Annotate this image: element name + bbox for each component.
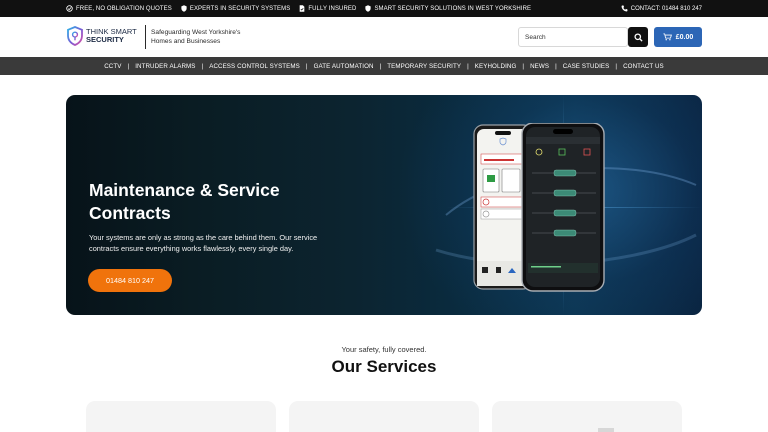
nav-item-contact-us[interactable]: CONTACT US	[623, 63, 664, 70]
logo-divider	[145, 25, 146, 49]
nav-separator: |	[305, 62, 308, 70]
phone-icon	[621, 5, 628, 12]
nav-separator: |	[555, 62, 557, 70]
nav-item-keyholding[interactable]: KEYHOLDING	[475, 63, 517, 70]
nav-separator: |	[379, 62, 382, 70]
nav-separator: |	[615, 62, 618, 70]
nav-item-access-control[interactable]: ACCESS CONTROL SYSTEMS	[209, 63, 300, 70]
nav-item-case-studies[interactable]: CASE STUDIES	[563, 63, 610, 70]
cart-total: £0.00	[675, 33, 694, 41]
hero-call-button[interactable]: 01484 810 247	[88, 269, 172, 292]
search-button[interactable]	[628, 27, 648, 47]
service-card[interactable]	[86, 401, 276, 432]
services-kicker: Your safety, fully covered.	[341, 345, 427, 354]
nav-item-intruder-alarms[interactable]: INTRUDER ALARMS	[135, 63, 195, 70]
hero-title: Maintenance & Service Contracts	[89, 179, 349, 225]
document-check-icon	[300, 5, 305, 12]
feature-insured: FULLY INSURED	[299, 5, 356, 12]
service-card-image	[598, 428, 614, 432]
phones-illustration	[473, 123, 605, 292]
site-logo[interactable]: THINK SMART SECURITY	[67, 26, 137, 46]
feature-label: FREE, NO OBLIGATION QUOTES	[76, 5, 172, 12]
hero-title-line2: Contracts	[89, 203, 171, 223]
nav-item-gate-automation[interactable]: GATE AUTOMATION	[314, 63, 374, 70]
hero-title-line1: Maintenance & Service	[89, 180, 280, 200]
logo-line2: SECURITY	[86, 35, 124, 44]
shield-icon	[365, 5, 372, 12]
nav-separator: |	[127, 62, 130, 70]
search-input[interactable]	[518, 27, 628, 47]
shield-icon	[181, 5, 187, 12]
service-card[interactable]	[492, 401, 682, 432]
top-bar: FREE, NO OBLIGATION QUOTES EXPERTS IN SE…	[0, 0, 768, 17]
feature-label: EXPERTS IN SECURITY SYSTEMS	[189, 5, 291, 12]
hero-description: Your systems are only as strong as the c…	[89, 233, 318, 253]
nav-separator: |	[467, 62, 469, 70]
feature-smart-solutions: SMART SECURITY SOLUTIONS IN WEST YORKSHI…	[365, 5, 531, 12]
main-nav: CCTV | INTRUDER ALARMS | ACCESS CONTROL SY…	[0, 57, 768, 75]
contact-label: CONTACT: 01484 810 247	[630, 5, 702, 12]
nav-item-temporary-security[interactable]: TEMPORARY SECURITY	[387, 63, 461, 70]
check-circle-icon	[66, 5, 73, 12]
nav-separator: |	[201, 62, 204, 70]
cart-icon	[663, 33, 672, 41]
cart-button[interactable]: £0.00	[654, 27, 702, 47]
contact-phone-link[interactable]: CONTACT: 01484 810 247	[621, 5, 702, 12]
feature-label: FULLY INSURED	[308, 5, 357, 12]
shield-logo-icon	[67, 26, 83, 46]
nav-item-cctv[interactable]: CCTV	[104, 63, 121, 70]
services-title: Our Services	[331, 357, 437, 376]
nav-separator: |	[522, 62, 525, 70]
service-card[interactable]	[289, 401, 479, 432]
feature-label: SMART SECURITY SOLUTIONS IN WEST YORKSHI…	[374, 5, 532, 12]
feature-experts: EXPERTS IN SECURITY SYSTEMS	[181, 5, 291, 12]
logo-text: THINK SMART SECURITY	[86, 28, 137, 44]
site-tagline: Safeguarding West Yorkshire's Homes and …	[151, 29, 241, 45]
site-header: THINK SMART SECURITY Safeguarding West Y…	[0, 17, 768, 57]
hero-banner: Maintenance & Service Contracts Your sys…	[66, 95, 702, 315]
search-icon	[633, 32, 643, 42]
nav-item-news[interactable]: NEWS	[530, 63, 549, 70]
feature-free-quotes: FREE, NO OBLIGATION QUOTES	[66, 5, 172, 12]
